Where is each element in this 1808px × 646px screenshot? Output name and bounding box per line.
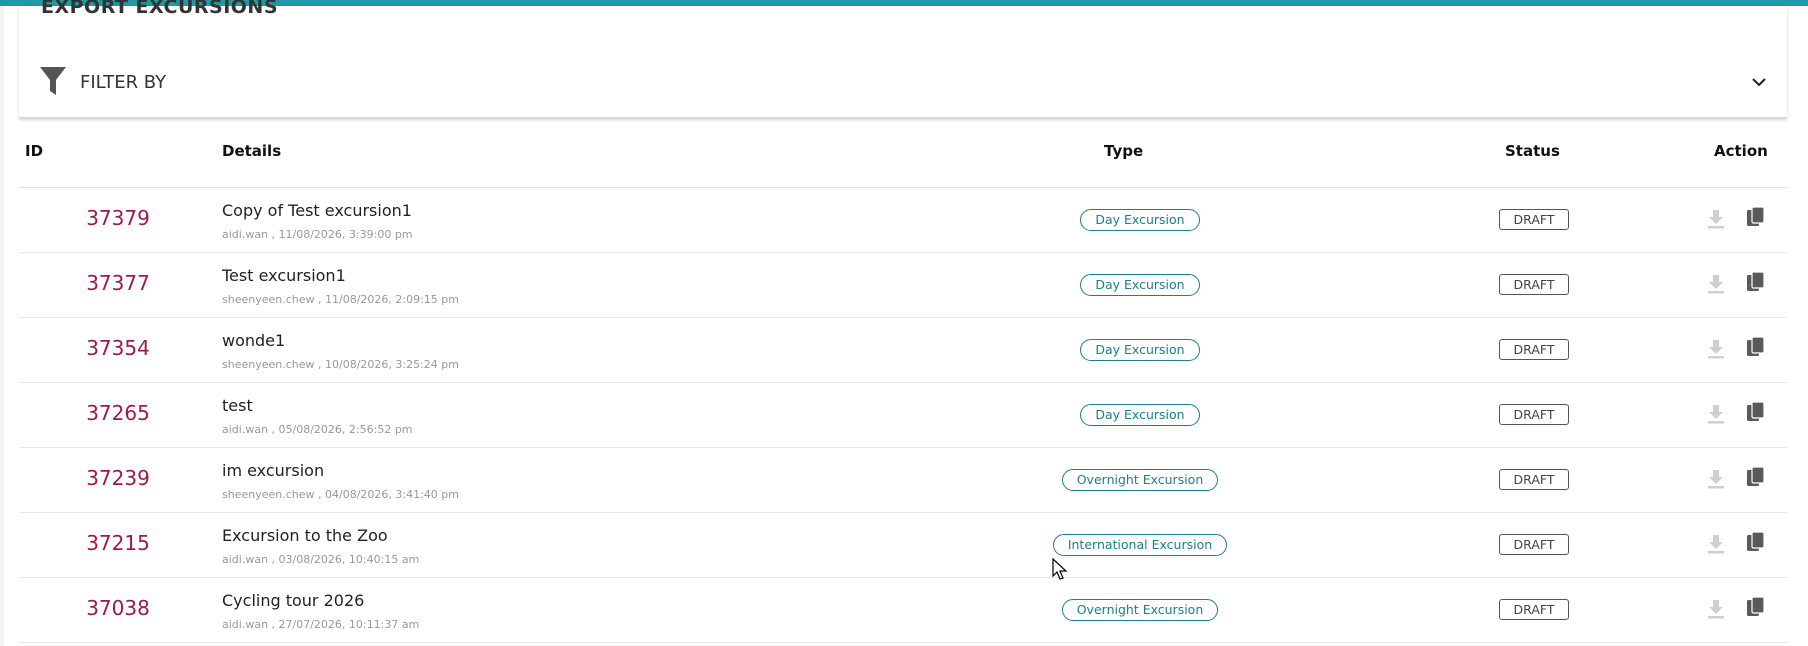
status-cell: DRAFT xyxy=(1474,469,1594,490)
table-row[interactable]: 37215 Excursion to the Zoo aidi.wan , 03… xyxy=(19,513,1787,578)
column-header-details: Details xyxy=(222,142,282,160)
type-badge: Overnight Excursion xyxy=(1061,599,1219,621)
excursion-meta: aidi.wan , 27/07/2026, 10:11:37 am xyxy=(222,618,420,631)
download-icon[interactable] xyxy=(1705,273,1727,295)
excursions-table: ID Details Type Status Action 37379 Copy… xyxy=(19,118,1787,643)
status-badge: DRAFT xyxy=(1499,274,1569,295)
export-panel: EXPORT EXCURSIONS FILTER BY xyxy=(19,0,1787,118)
type-cell: Day Excursion xyxy=(1020,404,1260,426)
excursion-meta: aidi.wan , 11/08/2026, 3:39:00 pm xyxy=(222,228,413,241)
excursion-title[interactable]: Test excursion1 xyxy=(222,266,346,285)
table-header: ID Details Type Status Action xyxy=(19,118,1787,188)
type-cell: Day Excursion xyxy=(1020,339,1260,361)
type-cell: Day Excursion xyxy=(1020,274,1260,296)
excursion-title[interactable]: Excursion to the Zoo xyxy=(222,526,388,545)
type-badge: Day Excursion xyxy=(1080,339,1200,361)
excursion-meta: sheenyeen.chew , 10/08/2026, 3:25:24 pm xyxy=(222,358,459,371)
excursion-id[interactable]: 37379 xyxy=(57,206,179,230)
type-cell: Overnight Excursion xyxy=(1020,599,1260,621)
excursion-id[interactable]: 37215 xyxy=(57,531,179,555)
status-cell: DRAFT xyxy=(1474,209,1594,230)
copy-icon[interactable] xyxy=(1746,531,1766,553)
excursion-meta: sheenyeen.chew , 04/08/2026, 3:41:40 pm xyxy=(222,488,459,501)
table-row[interactable]: 37379 Copy of Test excursion1 aidi.wan ,… xyxy=(19,188,1787,253)
status-cell: DRAFT xyxy=(1474,534,1594,555)
copy-icon[interactable] xyxy=(1746,466,1766,488)
excursion-title[interactable]: wonde1 xyxy=(222,331,285,350)
excursion-id[interactable]: 37239 xyxy=(57,466,179,490)
type-badge: International Excursion xyxy=(1052,534,1228,556)
excursion-id[interactable]: 37377 xyxy=(57,271,179,295)
excursion-id[interactable]: 37038 xyxy=(57,596,179,620)
copy-icon[interactable] xyxy=(1746,271,1766,293)
status-badge: DRAFT xyxy=(1499,599,1569,620)
excursion-title[interactable]: Cycling tour 2026 xyxy=(222,591,364,610)
left-edge xyxy=(0,6,4,646)
column-header-action: Action xyxy=(1714,142,1768,160)
download-icon[interactable] xyxy=(1705,208,1727,230)
chevron-down-icon[interactable] xyxy=(1751,74,1767,90)
column-header-id: ID xyxy=(25,142,44,160)
table-body: 37379 Copy of Test excursion1 aidi.wan ,… xyxy=(19,188,1787,643)
copy-icon[interactable] xyxy=(1746,596,1766,618)
download-icon[interactable] xyxy=(1705,468,1727,490)
excursion-id[interactable]: 37265 xyxy=(57,401,179,425)
type-cell: Overnight Excursion xyxy=(1020,469,1260,491)
status-cell: DRAFT xyxy=(1474,339,1594,360)
mouse-cursor-icon xyxy=(1052,558,1068,580)
table-row[interactable]: 37038 Cycling tour 2026 aidi.wan , 27/07… xyxy=(19,578,1787,643)
excursion-meta: aidi.wan , 03/08/2026, 10:40:15 am xyxy=(222,553,420,566)
excursion-id[interactable]: 37354 xyxy=(57,336,179,360)
excursion-meta: aidi.wan , 05/08/2026, 2:56:52 pm xyxy=(222,423,413,436)
excursion-title[interactable]: test xyxy=(222,396,253,415)
table-row[interactable]: 37377 Test excursion1 sheenyeen.chew , 1… xyxy=(19,253,1787,318)
table-row[interactable]: 37239 im excursion sheenyeen.chew , 04/0… xyxy=(19,448,1787,513)
type-badge: Overnight Excursion xyxy=(1061,469,1219,491)
download-icon[interactable] xyxy=(1705,598,1727,620)
table-row[interactable]: 37354 wonde1 sheenyeen.chew , 10/08/2026… xyxy=(19,318,1787,383)
status-badge: DRAFT xyxy=(1499,209,1569,230)
download-icon[interactable] xyxy=(1705,338,1727,360)
column-header-status: Status xyxy=(1505,142,1560,160)
type-badge: Day Excursion xyxy=(1080,404,1200,426)
type-badge: Day Excursion xyxy=(1080,209,1200,231)
download-icon[interactable] xyxy=(1705,533,1727,555)
page-title: EXPORT EXCURSIONS xyxy=(41,0,279,18)
filter-label: FILTER BY xyxy=(80,72,167,93)
filter-bar[interactable]: FILTER BY xyxy=(19,64,1787,102)
status-cell: DRAFT xyxy=(1474,274,1594,295)
type-cell: International Excursion xyxy=(1020,534,1260,556)
status-cell: DRAFT xyxy=(1474,599,1594,620)
download-icon[interactable] xyxy=(1705,403,1727,425)
excursion-title[interactable]: Copy of Test excursion1 xyxy=(222,201,412,220)
status-cell: DRAFT xyxy=(1474,404,1594,425)
excursion-title[interactable]: im excursion xyxy=(222,461,324,480)
status-badge: DRAFT xyxy=(1499,534,1569,555)
copy-icon[interactable] xyxy=(1746,206,1766,228)
type-badge: Day Excursion xyxy=(1080,274,1200,296)
copy-icon[interactable] xyxy=(1746,336,1766,358)
status-badge: DRAFT xyxy=(1499,404,1569,425)
copy-icon[interactable] xyxy=(1746,401,1766,423)
status-badge: DRAFT xyxy=(1499,469,1569,490)
type-cell: Day Excursion xyxy=(1020,209,1260,231)
status-badge: DRAFT xyxy=(1499,339,1569,360)
funnel-icon xyxy=(40,67,66,95)
column-header-type: Type xyxy=(1104,142,1144,160)
table-row[interactable]: 37265 test aidi.wan , 05/08/2026, 2:56:5… xyxy=(19,383,1787,448)
excursion-meta: sheenyeen.chew , 11/08/2026, 2:09:15 pm xyxy=(222,293,459,306)
